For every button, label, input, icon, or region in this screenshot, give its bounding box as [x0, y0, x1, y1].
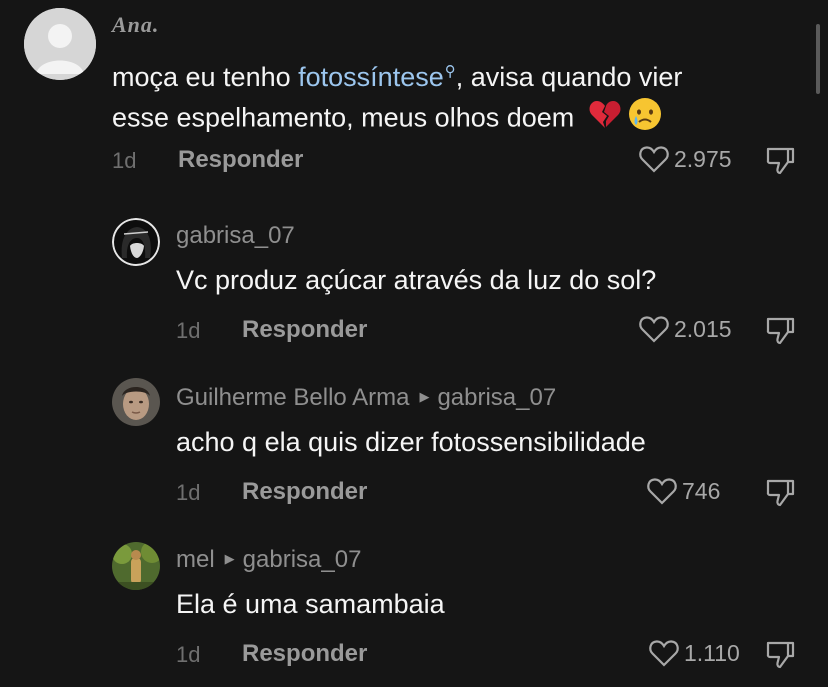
reply-to-username[interactable]: gabrisa_07 — [437, 384, 556, 411]
thumbs-down-icon — [766, 147, 795, 175]
avatar-image — [112, 542, 160, 590]
avatar[interactable] — [112, 542, 160, 590]
thumbs-down-icon — [766, 479, 795, 507]
comment-text: Ela é uma samambaia — [176, 589, 445, 619]
username-line: mel ▶ gabrisa_07 — [176, 546, 361, 574]
reply-button[interactable]: Responder — [242, 478, 367, 506]
default-avatar-icon — [24, 8, 96, 80]
comment-text-part: moça eu tenho — [112, 62, 299, 92]
username[interactable]: Ana. — [112, 12, 159, 38]
reply-button[interactable]: Responder — [242, 316, 367, 344]
comment-text: moça eu tenho fotossíntese⚲, avisa quand… — [112, 52, 802, 142]
heart-icon — [647, 478, 677, 505]
reply-button[interactable]: Responder — [242, 640, 367, 668]
search-icon[interactable]: ⚲ — [445, 63, 456, 80]
reply-arrow-icon: ▶ — [419, 388, 430, 404]
thumbs-down-icon — [766, 641, 795, 669]
username-line: Guilherme Bello Arma ▶ gabrisa_07 — [176, 384, 556, 412]
heart-icon — [649, 640, 679, 667]
search-link[interactable]: fotossíntese — [298, 62, 444, 92]
comment-time: 1d — [176, 480, 201, 505]
reply-to-username[interactable]: gabrisa_07 — [243, 546, 362, 573]
like-count: 2.015 — [674, 315, 732, 342]
like-button[interactable]: 746 — [646, 476, 720, 506]
avatar[interactable] — [112, 218, 160, 266]
avatar[interactable] — [112, 378, 160, 426]
dislike-button[interactable] — [764, 146, 796, 181]
dislike-button[interactable] — [764, 316, 796, 351]
reply-arrow-icon: ▶ — [224, 550, 235, 566]
comment-text-part: , avisa quando vier — [455, 62, 683, 92]
avatar[interactable] — [24, 8, 96, 80]
like-button[interactable]: 2.015 — [638, 314, 732, 344]
scrollbar[interactable] — [816, 24, 820, 94]
comment-text: acho q ela quis dizer fotossensibilidade — [176, 427, 646, 457]
avatar-image — [112, 218, 160, 266]
comment-text-part: esse espelhamento, meus olhos doem — [112, 102, 575, 133]
username[interactable]: Guilherme Bello Arma — [176, 384, 409, 411]
username[interactable]: gabrisa_07 — [176, 222, 295, 250]
comment-text: Vc produz açúcar através da luz do sol? — [176, 265, 657, 295]
crying-face-icon — [628, 97, 662, 142]
avatar-image — [112, 378, 160, 426]
comment-time: 1d — [112, 148, 137, 173]
dislike-button[interactable] — [764, 478, 796, 513]
heart-icon — [639, 146, 669, 173]
dislike-button[interactable] — [764, 640, 796, 675]
like-count: 2.975 — [674, 145, 732, 172]
like-count: 746 — [682, 477, 721, 504]
comment-time: 1d — [176, 318, 201, 343]
like-count: 1.110 — [684, 639, 740, 666]
username[interactable]: mel — [176, 546, 215, 573]
like-button[interactable]: 2.975 — [638, 144, 732, 174]
broken-heart-icon — [588, 98, 622, 141]
reply-button[interactable]: Responder — [178, 146, 303, 174]
heart-icon — [639, 316, 669, 343]
comment-time: 1d — [176, 642, 201, 667]
thumbs-down-icon — [766, 317, 795, 345]
like-button[interactable]: 1.110 — [648, 638, 740, 668]
